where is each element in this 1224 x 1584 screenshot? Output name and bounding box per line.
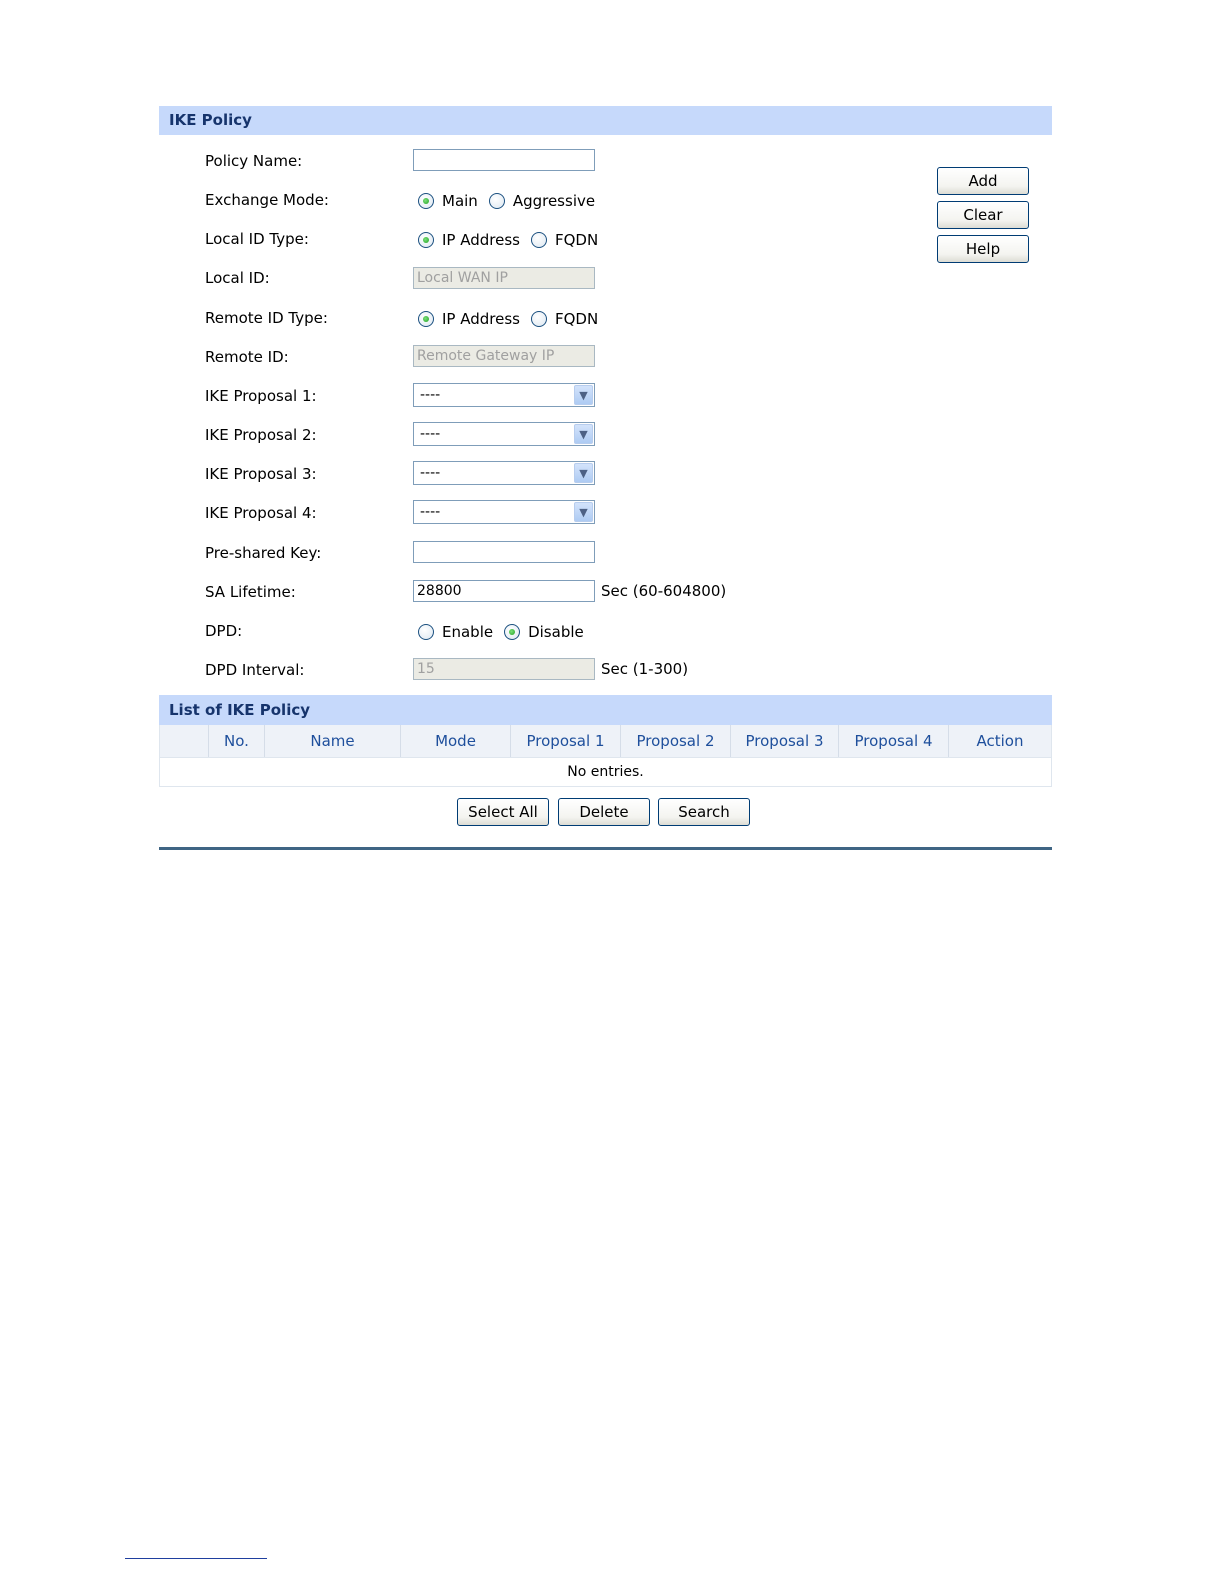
help-button[interactable]: Help: [937, 235, 1029, 263]
local-id-label: Local ID:: [205, 269, 270, 287]
pre-shared-key-input[interactable]: [413, 541, 595, 563]
local-id-type-ip-label: IP Address: [442, 231, 520, 249]
ike-policy-header: IKE Policy: [159, 106, 1052, 135]
ike-proposal-1-control: ---- ▼: [413, 383, 595, 407]
dpd-disable-radio[interactable]: [504, 624, 521, 640]
dpd-interval-input[interactable]: 15: [413, 658, 595, 680]
local-id-type-label: Local ID Type:: [205, 230, 309, 248]
ike-proposal-1-label: IKE Proposal 1:: [205, 387, 317, 405]
remote-id-type-label: Remote ID Type:: [205, 309, 328, 327]
dpd-label: DPD:: [205, 622, 243, 640]
dpd-interval-hint: Sec (1-300): [601, 660, 689, 678]
dpd-enable-radio[interactable]: [418, 624, 434, 640]
local-id-type-ip-radio[interactable]: [418, 232, 434, 248]
dpd-disable-label: Disable: [528, 623, 584, 641]
sa-lifetime-control: 28800 Sec (60-604800): [413, 580, 726, 602]
pre-shared-key-label: Pre-shared Key:: [205, 544, 322, 562]
ike-proposal-3-value: ----: [420, 465, 441, 481]
select-column-header: [159, 725, 208, 757]
ike-proposal-4-label: IKE Proposal 4:: [205, 504, 317, 522]
column-header-proposal-4: Proposal 4: [838, 725, 948, 757]
local-id-control: Local WAN IP: [413, 267, 595, 289]
ike-proposal-3-select[interactable]: ---- ▼: [413, 461, 595, 485]
ike-proposal-3-label: IKE Proposal 3:: [205, 465, 317, 483]
clear-button[interactable]: Clear: [937, 201, 1029, 229]
footer-divider: [125, 1558, 267, 1559]
ike-proposal-1-select[interactable]: ---- ▼: [413, 383, 595, 407]
exchange-mode-main-radio[interactable]: [418, 193, 434, 209]
policy-name-label: Policy Name:: [205, 152, 303, 170]
chevron-down-icon[interactable]: ▼: [574, 424, 593, 444]
column-header-mode: Mode: [400, 725, 510, 757]
remote-id-control: Remote Gateway IP: [413, 345, 595, 367]
bottom-divider: [159, 847, 1052, 850]
local-id-type-control: IP Address FQDN: [413, 229, 604, 251]
dpd-enable-label: Enable: [442, 623, 494, 641]
remote-id-type-fqdn-radio[interactable]: [530, 311, 547, 327]
remote-id-label: Remote ID:: [205, 348, 289, 366]
ike-proposal-2-control: ---- ▼: [413, 422, 595, 446]
select-all-button[interactable]: Select All: [457, 798, 549, 826]
policy-name-input[interactable]: [413, 149, 595, 171]
remote-id-type-control: IP Address FQDN: [413, 308, 604, 330]
empty-table-message: No entries.: [159, 757, 1052, 787]
sa-lifetime-hint: Sec (60-604800): [601, 582, 727, 600]
dpd-interval-label: DPD Interval:: [205, 661, 305, 679]
remote-id-input[interactable]: Remote Gateway IP: [413, 345, 595, 367]
search-button[interactable]: Search: [658, 798, 750, 826]
column-header-proposal-3: Proposal 3: [730, 725, 838, 757]
sa-lifetime-input[interactable]: 28800: [413, 580, 595, 602]
dpd-control: Enable Disable: [413, 621, 590, 643]
exchange-mode-label: Exchange Mode:: [205, 191, 329, 209]
exchange-mode-main-label: Main: [442, 192, 478, 210]
delete-button[interactable]: Delete: [558, 798, 650, 826]
ike-proposal-4-control: ---- ▼: [413, 500, 595, 524]
ike-proposal-2-select[interactable]: ---- ▼: [413, 422, 595, 446]
ike-proposal-2-label: IKE Proposal 2:: [205, 426, 317, 444]
column-header-action: Action: [948, 725, 1052, 757]
ike-proposal-2-value: ----: [420, 426, 441, 442]
column-header-name: Name: [264, 725, 400, 757]
chevron-down-icon[interactable]: ▼: [574, 463, 593, 483]
remote-id-type-ip-label: IP Address: [442, 310, 520, 328]
chevron-down-icon[interactable]: ▼: [574, 385, 593, 405]
pre-shared-key-control: [413, 541, 595, 563]
exchange-mode-control: Main Aggressive: [413, 190, 601, 212]
exchange-mode-aggressive-radio[interactable]: [488, 193, 505, 209]
chevron-down-icon[interactable]: ▼: [574, 502, 593, 522]
column-header-proposal-1: Proposal 1: [510, 725, 620, 757]
local-id-input[interactable]: Local WAN IP: [413, 267, 595, 289]
sa-lifetime-label: SA Lifetime:: [205, 583, 296, 601]
dpd-interval-control: 15 Sec (1-300): [413, 658, 688, 680]
column-header-no: No.: [208, 725, 264, 757]
table-header-row: No. Name Mode Proposal 1 Proposal 2 Prop…: [159, 725, 1052, 758]
policy-name-control: [413, 149, 595, 171]
ike-proposal-3-control: ---- ▼: [413, 461, 595, 485]
add-button[interactable]: Add: [937, 167, 1029, 195]
remote-id-type-ip-radio[interactable]: [418, 311, 434, 327]
column-header-proposal-2: Proposal 2: [620, 725, 730, 757]
exchange-mode-aggressive-label: Aggressive: [512, 192, 596, 210]
ike-proposal-1-value: ----: [420, 387, 441, 403]
remote-id-type-fqdn-label: FQDN: [554, 310, 599, 328]
local-id-type-fqdn-radio[interactable]: [530, 232, 547, 248]
local-id-type-fqdn-label: FQDN: [554, 231, 599, 249]
list-header: List of IKE Policy: [159, 695, 1052, 725]
ike-proposal-4-select[interactable]: ---- ▼: [413, 500, 595, 524]
ike-proposal-4-value: ----: [420, 504, 441, 520]
